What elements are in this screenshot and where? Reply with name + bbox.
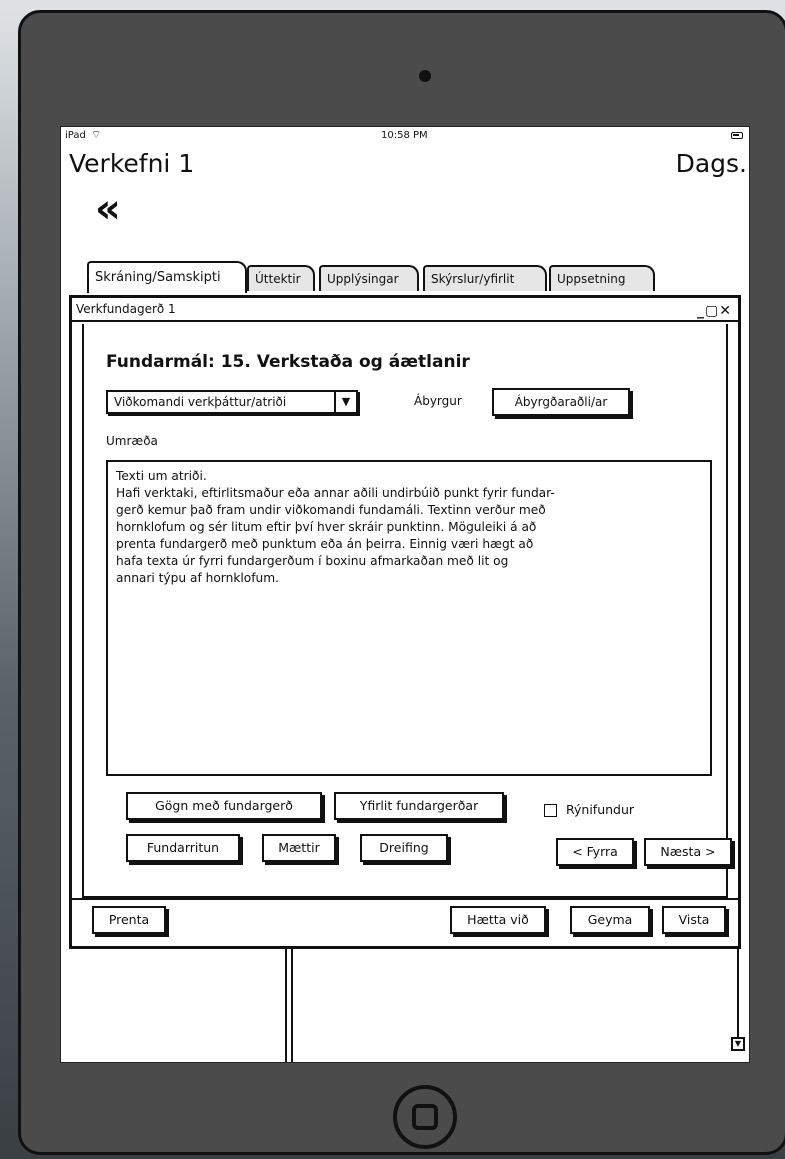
tab-upplysingar[interactable]: Upplýsingar [319,265,419,291]
scroll-down-icon[interactable]: ▼ [731,1037,745,1051]
tab-uppsetning[interactable]: Uppsetning [549,265,655,291]
tab-skyrslur[interactable]: Skýrslur/yfirlit [423,265,547,291]
dialog-titlebar: Verkfundagerð 1 _▢✕ [72,298,738,322]
project-title: Verkefni 1 [69,149,195,178]
store-button[interactable]: Vista [662,906,726,934]
meeting-dialog: Verkfundagerð 1 _▢✕ Fundarmál: 15. Verks… [69,295,741,949]
tab-uttektir[interactable]: Úttektir [247,265,315,291]
review-meeting-label: Rýnifundur [566,802,635,817]
ipad-screen: iPad ⌔ 10:58 PM Verkefni 1 Dags. « Skrán… [60,126,750,1063]
minutes-taker-button[interactable]: Fundarritun [126,834,240,862]
home-button[interactable] [393,1085,457,1149]
carrier-label: iPad [65,130,86,141]
discussion-textarea[interactable]: Texti um atriði. Hafi verktaki, eftirlit… [106,460,712,776]
review-meeting-checkbox[interactable] [544,804,557,817]
status-time: 10:58 PM [381,130,428,141]
back-button[interactable]: « [95,189,121,229]
responsible-label: Ábyrgur [414,394,462,408]
work-item-select[interactable]: Viðkomandi verkþáttur/atriði ▼ [106,390,358,414]
next-button[interactable]: Næsta > [644,838,732,866]
discussion-label: Umræða [106,434,158,448]
chevron-down-icon[interactable]: ▼ [334,392,356,412]
wifi-icon: ⌔ [91,128,102,141]
meeting-topic-title: Fundarmál: 15. Verkstaða og áætlanir [106,352,470,372]
overview-button[interactable]: Yfirlit fundargerðar [334,792,504,820]
responsible-button[interactable]: Ábyrgðaraðli/ar [492,388,630,416]
pane-divider-edge [291,949,293,1062]
status-bar: iPad ⌔ 10:58 PM [61,127,749,145]
camera-dot [419,70,431,82]
work-item-select-value: Viðkomandi verkþáttur/atriði [114,395,287,409]
save-button[interactable]: Geyma [570,906,650,934]
home-button-icon [412,1104,438,1130]
battery-icon [731,132,743,139]
documents-button[interactable]: Gögn með fundargerð [126,792,322,820]
previous-button[interactable]: < Fyrra [556,838,634,866]
cancel-button[interactable]: Hætta við [450,906,546,934]
print-button[interactable]: Prenta [92,906,166,934]
distribution-button[interactable]: Dreifing [360,834,448,862]
window-controls-icon[interactable]: _▢✕ [697,300,732,322]
dialog-title: Verkfundagerð 1 [76,302,176,316]
date-label: Dags. [675,149,747,178]
tab-skraning[interactable]: Skráning/Samskipti [87,261,247,293]
attended-button[interactable]: Mættir [262,834,336,862]
pane-divider[interactable] [285,949,287,1062]
dialog-footer-divider [72,898,738,900]
